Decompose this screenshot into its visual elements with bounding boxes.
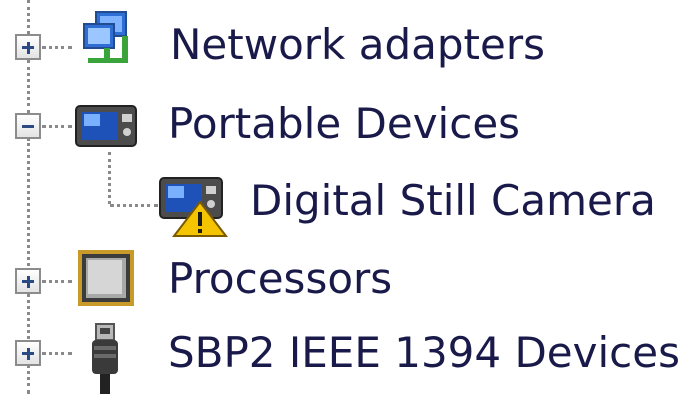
tree-connector (42, 125, 72, 128)
tree-trunk (27, 294, 30, 339)
expand-button[interactable] (15, 268, 41, 294)
network-adapter-icon (76, 8, 140, 72)
camera-warning-icon (156, 172, 228, 238)
tree-item-label: Processors (168, 254, 393, 303)
tree-trunk (27, 60, 30, 113)
plus-icon-vertical (26, 347, 30, 360)
device-tree: Network adapters Portable Devices Digita… (0, 0, 695, 394)
tree-item-label: Digital Still Camera (250, 176, 656, 225)
tree-trunk-bottom (27, 364, 30, 394)
plus-icon-vertical (26, 41, 30, 54)
collapse-button[interactable] (15, 113, 41, 139)
tree-trunk-top (27, 0, 30, 34)
expand-button[interactable] (15, 340, 41, 366)
tree-item-label: Network adapters (170, 20, 545, 69)
tree-connector (42, 280, 72, 283)
tree-connector (110, 204, 158, 207)
tree-child-branch (108, 152, 111, 204)
usb-connector-icon (86, 322, 126, 394)
expand-button[interactable] (15, 34, 41, 60)
tree-connector (42, 46, 72, 49)
processor-icon (74, 246, 138, 310)
tree-item-label: Portable Devices (168, 99, 521, 148)
portable-device-icon (74, 94, 138, 158)
tree-item-label: SBP2 IEEE 1394 Devices (168, 328, 680, 377)
plus-icon-vertical (26, 275, 30, 288)
tree-connector (42, 352, 72, 355)
minus-icon (22, 125, 34, 128)
tree-trunk (27, 138, 30, 266)
